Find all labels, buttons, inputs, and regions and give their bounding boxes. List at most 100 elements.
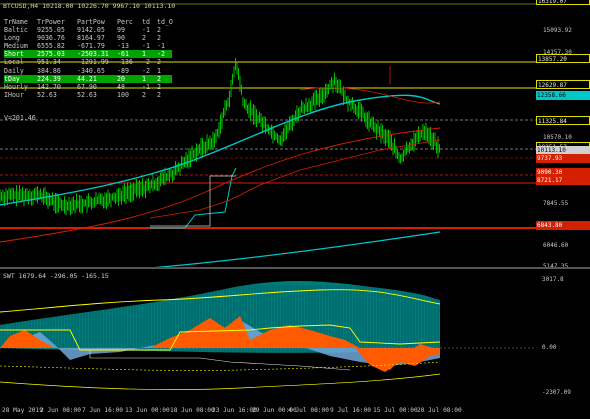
ma-teal-long-line bbox=[154, 231, 441, 267]
table-cell: -1 bbox=[142, 26, 150, 35]
date-axis-label: 23 Jun 16:00 bbox=[212, 407, 257, 414]
table-header-cell: td bbox=[142, 18, 150, 26]
table-row: Short 2575.03 -2503.31 -61 1 -2 bbox=[4, 50, 172, 59]
table-cell: 9036.76 bbox=[37, 34, 65, 43]
table-cell: 90 bbox=[117, 34, 125, 43]
table-cell: -13 bbox=[117, 42, 129, 51]
table-cell: IHour bbox=[4, 90, 24, 99]
table-row: Daily 384.86 -340.65 -89 -2 1 bbox=[4, 67, 172, 75]
date-axis: 28 May 2019 2 Jun 08:00 7 Jun 16:00 13 Jun … bbox=[0, 405, 590, 419]
date-axis-label: 15 Jul 00:00 bbox=[373, 407, 418, 414]
price-axis-label: 6046.60 bbox=[543, 242, 569, 249]
swt-oscillator-canvas[interactable] bbox=[0, 270, 590, 405]
table-cell: -1 bbox=[142, 82, 150, 91]
table-cell: Baltic bbox=[4, 26, 28, 35]
table-cell: -671.79 bbox=[77, 42, 105, 51]
table-cell: Long bbox=[4, 34, 20, 43]
table-cell: 384.86 bbox=[37, 66, 61, 75]
table-row: tDay 224.39 44.21 20 1 2 bbox=[4, 74, 172, 83]
table-cell: 52.63 bbox=[37, 90, 57, 99]
table-cell: Local bbox=[4, 58, 24, 67]
table-cell: 2 bbox=[157, 90, 161, 99]
date-axis-label: 4 Jul 08:00 bbox=[288, 407, 329, 414]
table-cell: 99 bbox=[117, 26, 125, 35]
ma-red-line bbox=[0, 127, 441, 243]
table-cell: 142.70 bbox=[37, 82, 61, 91]
table-cell: -1291.99 bbox=[77, 58, 109, 67]
table-cell: 67.90 bbox=[77, 82, 97, 91]
trend-power-table: TrName TrPower PartPow Perc td td_O Baltic 9255… bbox=[4, 18, 173, 99]
oscillator-title: SWT 1679.64 -296.05 -165.15 bbox=[3, 272, 109, 280]
osc-axis-zero: 0.00 bbox=[542, 344, 557, 351]
table-cell: 6555.82 bbox=[37, 42, 65, 51]
table-cell: 2 bbox=[157, 34, 161, 43]
table-row: Medium 6555.82 -671.79 -13 -1 -1 bbox=[4, 42, 172, 50]
table-header-cell: PartPow bbox=[77, 18, 105, 26]
price-axis-label: 8721.17 bbox=[536, 176, 590, 185]
date-axis-label: 20 Jul 08:00 bbox=[417, 407, 462, 414]
price-axis-label: 13857.20 bbox=[536, 54, 590, 63]
table-header: TrName TrPower PartPow Perc td td_O bbox=[4, 18, 173, 26]
chart-title: BTCUSD,H4 10218.00 10226.70 9967.10 1011… bbox=[3, 2, 176, 10]
date-axis-label: 9 Jul 16:00 bbox=[330, 407, 371, 414]
table-cell: -2503.31 bbox=[77, 50, 117, 59]
table-cell: 224.39 bbox=[37, 74, 77, 83]
table-cell: Hourly bbox=[4, 82, 28, 91]
table-row: Long 9036.76 8164.97 90 2 2 bbox=[4, 34, 172, 42]
swt-oscillator-panel[interactable]: SWT 1679.64 -296.05 -165.15 3017.8 0.00 … bbox=[0, 270, 590, 405]
ma-teal-line bbox=[0, 94, 441, 206]
table-cell: 2 bbox=[157, 58, 161, 67]
table-cell: -2 bbox=[142, 58, 150, 67]
panel-separator[interactable] bbox=[0, 267, 590, 269]
price-chart-panel[interactable]: BTCUSD,H4 10218.00 10226.70 9967.10 1011… bbox=[0, 0, 590, 270]
date-axis-label: 7 Jun 16:00 bbox=[82, 407, 123, 414]
table-row: IHour 52.63 52.63 100 2 2 bbox=[4, 91, 172, 99]
table-header-cell: TrPower bbox=[37, 18, 65, 26]
table-row: Baltic 9255.05 9142.05 99 -1 2 bbox=[4, 26, 172, 34]
table-cell: 2 bbox=[142, 34, 146, 43]
ma-teal-step-line bbox=[150, 167, 237, 229]
table-cell: -1 bbox=[142, 42, 150, 51]
osc-axis-bottom: -2307.09 bbox=[542, 389, 571, 396]
table-cell: 1 bbox=[142, 50, 157, 59]
price-axis-label: 9737.93 bbox=[536, 154, 590, 163]
table-header-cell: TrName bbox=[4, 18, 28, 26]
table-row: Local 951.34 -1291.99 -136 -2 2 bbox=[4, 58, 172, 66]
table-cell: -2 bbox=[157, 50, 172, 59]
price-axis-label: 15093.92 bbox=[543, 27, 572, 34]
table-cell: -136 bbox=[117, 58, 133, 67]
table-cell: 8164.97 bbox=[77, 34, 105, 43]
price-axis-label: 12629.87 bbox=[536, 80, 590, 89]
table-cell: tDay bbox=[4, 74, 37, 83]
table-cell: 2 bbox=[157, 74, 172, 83]
table-cell: 48 bbox=[117, 82, 125, 91]
table-cell: 2575.03 bbox=[37, 50, 77, 59]
table-cell: -340.65 bbox=[77, 66, 105, 75]
table-cell: -1 bbox=[157, 42, 165, 51]
table-cell: 52.63 bbox=[77, 90, 97, 99]
table-cell: -89 bbox=[117, 66, 129, 75]
price-axis-label: 6843.80 bbox=[536, 221, 590, 230]
table-cell: 9255.05 bbox=[37, 26, 65, 35]
date-axis-label: 2 Jun 08:00 bbox=[40, 407, 81, 414]
table-cell: 1 bbox=[157, 66, 161, 75]
table-cell: 2 bbox=[142, 90, 146, 99]
table-cell: Daily bbox=[4, 66, 24, 75]
price-axis-label: 7845.55 bbox=[543, 200, 569, 207]
price-axis-label: 10570.10 bbox=[543, 134, 572, 141]
table-cell: 100 bbox=[117, 90, 129, 99]
table-cell: 44.21 bbox=[77, 74, 117, 83]
volume-label: V=201.46 bbox=[4, 114, 36, 122]
table-cell: -61 bbox=[117, 50, 142, 59]
table-cell: 20 bbox=[117, 74, 142, 83]
osc-axis-top: 3017.8 bbox=[542, 276, 564, 283]
table-cell: Short bbox=[4, 50, 37, 59]
price-axis-label: 12358.66 bbox=[536, 91, 590, 100]
table-cell: 1 bbox=[142, 74, 157, 83]
table-cell: 951.34 bbox=[37, 58, 61, 67]
table-header-cell: td_O bbox=[157, 18, 173, 26]
price-axis-label: 16319.07 bbox=[536, 0, 590, 5]
table-cell: Medium bbox=[4, 42, 28, 51]
table-header-cell: Perc bbox=[117, 18, 133, 26]
table-cell: 2 bbox=[157, 82, 161, 91]
